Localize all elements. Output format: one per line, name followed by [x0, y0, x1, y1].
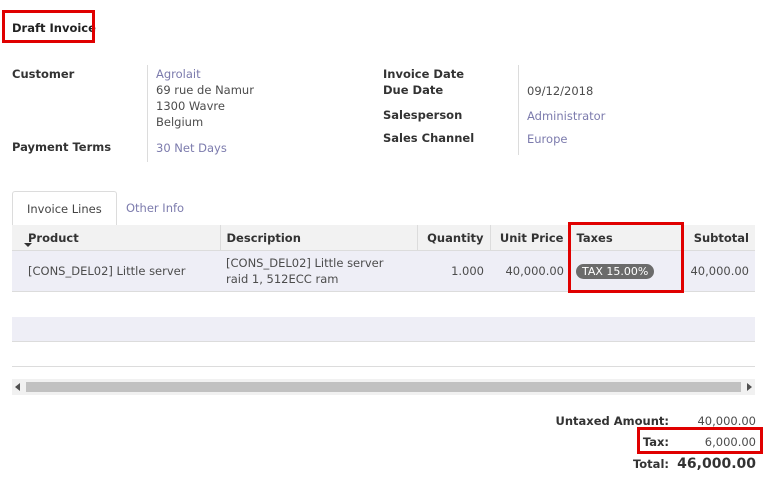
description-line1: [CONS_DEL02] Little server	[226, 256, 384, 270]
scroll-right-arrow-icon[interactable]	[747, 383, 752, 391]
tab-other-info[interactable]: Other Info	[112, 191, 198, 225]
cell-quantity[interactable]: 1.000	[417, 250, 490, 292]
divider-line	[12, 366, 755, 367]
cell-subtotal: 40,000.00	[682, 250, 755, 292]
customer-name-link[interactable]: Agrolait	[156, 67, 201, 81]
salesperson-label: Salesperson	[383, 108, 463, 122]
total-value: 46,000.00	[677, 456, 756, 472]
customer-address-line1: 69 rue de Namur	[156, 83, 254, 97]
due-date-label: Due Date	[383, 83, 444, 97]
scrollbar-thumb[interactable]	[26, 382, 741, 392]
column-header-subtotal[interactable]: Subtotal	[682, 225, 755, 251]
customer-label: Customer	[12, 67, 75, 81]
total-label: Total:	[632, 457, 669, 471]
divider-right	[518, 65, 519, 155]
untaxed-amount-value: 40,000.00	[697, 414, 756, 428]
due-date-value[interactable]: 09/12/2018	[527, 84, 593, 98]
sales-channel-label: Sales Channel	[383, 131, 475, 145]
invoice-date-label: Invoice Date	[383, 67, 465, 81]
cell-unit-price[interactable]: 40,000.00	[490, 250, 570, 292]
payment-terms-link[interactable]: 30 Net Days	[156, 141, 227, 155]
column-header-product[interactable]: Product	[12, 225, 221, 251]
customer-address-line3: Belgium	[156, 115, 204, 129]
notebook-tabs: Invoice Lines Other Info	[12, 191, 755, 227]
horizontal-scrollbar[interactable]	[12, 379, 755, 395]
cell-description[interactable]: [CONS_DEL02] Little server raid 1, 512EC…	[220, 250, 417, 292]
tax-highlight-box	[637, 427, 763, 454]
untaxed-amount-label: Untaxed Amount:	[555, 414, 670, 428]
sort-down-icon[interactable]	[24, 243, 32, 247]
column-header-unit-price[interactable]: Unit Price	[490, 225, 571, 251]
divider-left	[147, 65, 148, 162]
salesperson-link[interactable]: Administrator	[527, 109, 605, 123]
customer-address-line2: 1300 Wavre	[156, 99, 225, 113]
cell-product[interactable]: [CONS_DEL02] Little server	[12, 250, 220, 292]
column-header-quantity[interactable]: Quantity	[417, 225, 491, 251]
scroll-left-arrow-icon[interactable]	[15, 383, 20, 391]
column-header-description[interactable]: Description	[220, 225, 418, 251]
empty-row[interactable]	[12, 317, 755, 342]
payment-terms-label: Payment Terms	[12, 140, 112, 154]
title-highlight-box	[2, 10, 95, 43]
taxes-highlight-box	[568, 222, 684, 293]
sales-channel-link[interactable]: Europe	[527, 132, 567, 146]
tab-invoice-lines[interactable]: Invoice Lines	[12, 191, 117, 227]
description-line2: raid 1, 512ECC ram	[226, 272, 339, 286]
